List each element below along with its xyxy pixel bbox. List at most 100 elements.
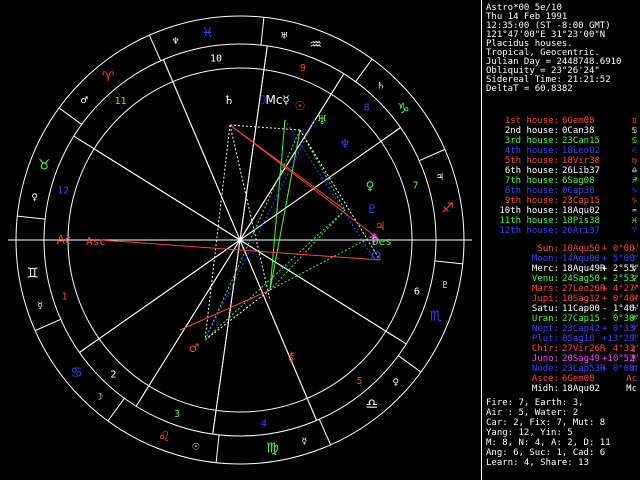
row-value: 26Lib37 <box>562 166 600 176</box>
row-label: Moon: <box>531 254 559 264</box>
row-value: 23Cap53R <box>562 364 606 374</box>
row-label: 2nd house: <box>504 126 559 136</box>
planet-glyph-icon: Mc <box>266 93 283 107</box>
row-label: 6th house: <box>504 166 559 176</box>
row-value: 6Sag08 <box>562 176 595 186</box>
ruler-glyph-icon: ♇ <box>441 281 449 291</box>
list-item: 4th house: 18Leo02 ♌ <box>486 146 637 156</box>
element-summary: Fire: 7, Earth: 3, <box>486 398 584 408</box>
list-item: Jupi: 10Sag12 + 0°46' ♃ <box>486 294 640 304</box>
row-label: Uran: <box>531 314 559 324</box>
row-glyph-icon: ♋ <box>631 136 637 146</box>
house-number: 11 <box>114 96 126 107</box>
list-item: Plut: 0Sag18 +13°29' ♇ <box>486 334 640 344</box>
row-label: Satu: <box>531 304 559 314</box>
row-glyph-icon: ⚷ <box>630 344 637 354</box>
ruler-glyph-icon: ♃ <box>436 173 444 183</box>
sagittarius-icon: ♐ <box>441 201 454 217</box>
row-value: 23Cap42 <box>562 324 600 334</box>
list-item: Nept: 23Cap42 + 0°33' ♆ <box>486 324 640 334</box>
list-item: 5th house: 18Vir38 ♍ <box>486 156 637 166</box>
aspect-line <box>299 129 346 211</box>
row-label: 8th house: <box>504 186 559 196</box>
row-label: Merc: <box>531 264 559 274</box>
row-glyph-icon: ♇ <box>631 334 637 344</box>
ruler-glyph-icon: ♅ <box>280 32 288 42</box>
house-number: 5 <box>356 376 362 387</box>
sign-divider <box>148 34 162 61</box>
delta-t: DeltaT = 60.8382 <box>486 84 573 94</box>
row-label: Nept: <box>531 324 559 334</box>
house-number: 10 <box>210 54 222 65</box>
list-item: Node: 23Cap53R + 0°00' ☊ <box>486 364 640 374</box>
list-item: 12th house: 26Ari37 ♈ <box>486 226 637 236</box>
house-number: 6 <box>414 287 420 298</box>
row-glyph-icon: ♌ <box>631 146 637 156</box>
row-glyph-icon: ♈ <box>631 226 637 236</box>
row-glyph-icon: ♅ <box>631 314 637 324</box>
sign-divider <box>215 434 220 463</box>
aquarius-icon: ♒ <box>309 37 322 53</box>
virgo-icon: ♍ <box>266 440 279 456</box>
leo-icon: ♌ <box>158 429 171 445</box>
row-label: 12th house: <box>499 226 559 236</box>
row-value: 14Aqu00 <box>562 254 600 264</box>
house-number: 8 <box>364 103 370 114</box>
row-glyph-icon: ☽ <box>631 254 637 264</box>
row-value: 24Sag50 <box>562 274 600 284</box>
asc-label: Asc <box>86 235 106 248</box>
ruler-glyph-icon: ☽ <box>95 393 103 403</box>
aspect-line <box>284 119 376 261</box>
sign-divider <box>318 419 332 446</box>
row-value: 10Aqu50 <box>562 244 600 254</box>
row-glyph-icon: ☿ <box>631 264 637 274</box>
row-label: Chir: <box>531 344 559 354</box>
row-value: 18Aqu49R <box>562 264 606 274</box>
row-label: Midh: <box>531 384 559 394</box>
taurus-icon: ♉ <box>38 157 51 173</box>
row-label: Jupi: <box>531 294 559 304</box>
cancer-icon: ♋ <box>70 365 83 381</box>
row-glyph-icon: Mc <box>626 384 637 394</box>
row-label: 11th house: <box>499 216 559 226</box>
row-label: 7th house: <box>504 176 559 186</box>
row-value: 18Aqu02 <box>562 384 600 394</box>
planet-glyph-icon: ⚷ <box>287 349 296 363</box>
list-item: Sun: 10Aqu50 + 0°00' ☉ <box>486 244 640 254</box>
row-value: 27Leo26R <box>562 284 606 294</box>
list-item: 8th house: 0Cap38 ♑ <box>486 186 637 196</box>
ruler-glyph-icon: ♂ <box>80 96 88 106</box>
list-item: Satu: 11Cap00- 1°46' ♄ <box>486 304 640 314</box>
ruler-glyph-icon: ♆ <box>172 37 180 47</box>
planet-glyph-icon: ☉ <box>295 99 306 113</box>
aspect-line <box>204 124 231 341</box>
row-value: 10Sag12 <box>562 294 600 304</box>
list-item: 1st house: 6Gem08 ♊ <box>486 116 637 126</box>
ruler-glyph-icon: ☿ <box>302 437 308 447</box>
pisces-icon: ♓ <box>201 26 214 42</box>
house-number: 9 <box>300 63 306 74</box>
row-value: 26Ari37 <box>562 226 600 236</box>
row-value: 0Cap38 <box>562 186 595 196</box>
house-number: 2 <box>110 369 116 380</box>
row-glyph-icon: ⚵ <box>630 354 637 364</box>
row-glyph-icon: ♆ <box>631 324 637 334</box>
row-glyph-icon: ☉ <box>631 244 637 254</box>
list-item: 2nd house: 0Can38 ♋ <box>486 126 637 136</box>
row-glyph-icon: ♐ <box>631 176 637 186</box>
row-glyph-icon: ♂ <box>631 284 637 294</box>
row-label: Venu: <box>531 274 559 284</box>
row-label: Asce: <box>531 374 559 384</box>
row-label: 10th house: <box>499 206 559 216</box>
list-item: 6th house: 26Lib37 ♎ <box>486 166 637 176</box>
row-value: 23Cap15 <box>562 196 600 206</box>
row-glyph-icon: ♑ <box>631 186 637 196</box>
quadrant-summary: M: 8, N: 4, A: 2, D: 11 <box>486 438 611 448</box>
sign-divider <box>107 398 125 422</box>
aspect-line <box>269 129 301 291</box>
element-summary-2: Air : 5, Water: 2 <box>486 408 579 418</box>
planet-glyph-icon: ♂ <box>189 341 200 355</box>
angularity-summary: Ang: 6, Suc: 1, Cad: 6 <box>486 448 606 458</box>
row-label: 4th house: <box>504 146 559 156</box>
row-label: Node: <box>531 364 559 374</box>
